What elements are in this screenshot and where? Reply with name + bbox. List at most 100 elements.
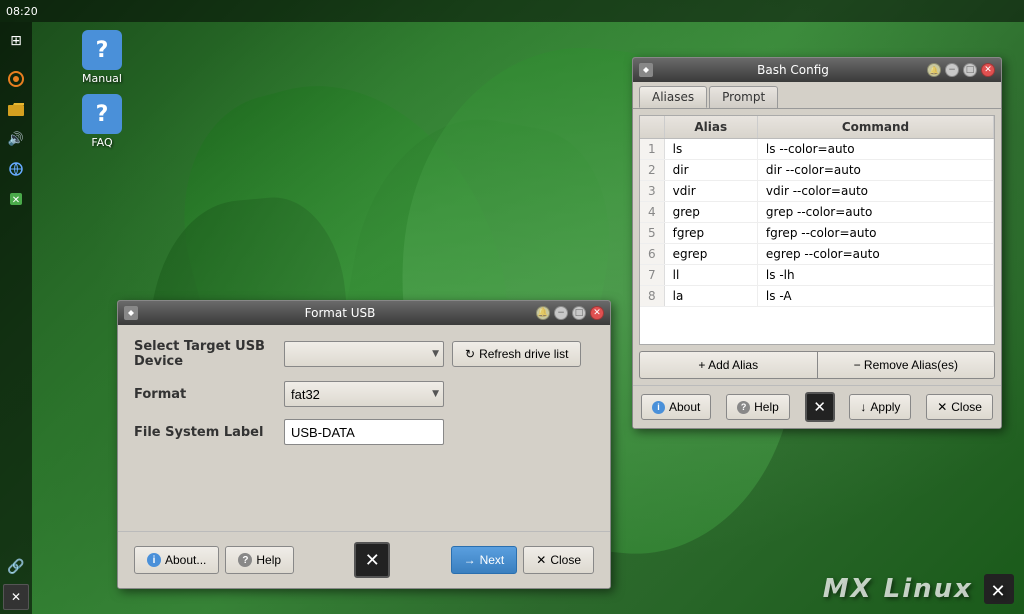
col-num <box>640 116 664 139</box>
table-row[interactable]: 7 ll ls -lh <box>640 265 994 286</box>
footer-center: ✕ <box>354 542 390 578</box>
fs-label-input[interactable] <box>284 419 444 445</box>
next-icon: → <box>464 553 476 567</box>
row-num: 1 <box>640 139 664 160</box>
manual-icon[interactable]: ? Manual <box>70 30 134 85</box>
format-select[interactable]: fat32 <box>284 381 444 407</box>
bash-config-title: Bash Config <box>659 63 927 77</box>
mx-bottom-button[interactable]: ✕ <box>3 584 29 610</box>
bash-title-icon <box>639 63 653 77</box>
help-button[interactable]: ? Help <box>225 546 294 574</box>
row-command: ls --color=auto <box>757 139 993 160</box>
row-alias: egrep <box>664 244 757 265</box>
bash-close-icon: ✕ <box>937 400 947 414</box>
files-button[interactable] <box>3 96 29 122</box>
bash-config-titlebar[interactable]: Bash Config 🔔 − □ ✕ <box>633 58 1001 82</box>
mx-logo-button[interactable]: ✕ <box>354 542 390 578</box>
browser-button[interactable] <box>3 66 29 92</box>
bash-apply-label: Apply <box>870 400 900 414</box>
bash-about-button[interactable]: i About <box>641 394 711 420</box>
row-num: 3 <box>640 181 664 202</box>
minimize-btn[interactable]: − <box>554 306 568 320</box>
format-usb-footer: i About... ? Help ✕ → Next ✕ <box>118 531 610 588</box>
aliases-actions: + Add Alias − Remove Alias(es) <box>639 351 995 379</box>
bash-config-window: Bash Config 🔔 − □ ✕ Aliases Prompt Alias <box>632 57 1002 429</box>
about-label: About... <box>165 553 206 567</box>
bash-close-window-button[interactable]: ✕ Close <box>926 394 993 420</box>
table-row[interactable]: 1 ls ls --color=auto <box>640 139 994 160</box>
aliases-table-wrapper[interactable]: Alias Command 1 ls ls --color=auto 2 dir… <box>639 115 995 345</box>
bash-help-label: Help <box>754 400 779 414</box>
format-usb-title-icon <box>124 306 138 320</box>
row-alias: fgrep <box>664 223 757 244</box>
remove-alias-button[interactable]: − Remove Alias(es) <box>817 351 996 379</box>
apps-button[interactable]: ⊞ <box>3 28 29 54</box>
table-row[interactable]: 3 vdir vdir --color=auto <box>640 181 994 202</box>
bash-help-button[interactable]: ? Help <box>726 394 790 420</box>
next-button[interactable]: → Next <box>451 546 518 574</box>
bash-maximize-btn[interactable]: □ <box>963 63 977 77</box>
add-alias-button[interactable]: + Add Alias <box>639 351 817 379</box>
close-label: Close <box>550 553 581 567</box>
close-icon: ✕ <box>536 553 546 567</box>
mx-linux-logo: MX Linux ✕ <box>823 574 1014 605</box>
row-command: dir --color=auto <box>757 160 993 181</box>
close-window-button[interactable]: ✕ Close <box>523 546 594 574</box>
tab-prompt[interactable]: Prompt <box>709 86 778 108</box>
close-btn[interactable]: ✕ <box>590 306 604 320</box>
target-device-row: Select Target USB Device ↻ Refresh drive… <box>134 339 594 369</box>
target-device-select[interactable] <box>284 341 444 367</box>
green-icon-button[interactable]: ✕ <box>3 186 29 212</box>
row-command: ls -lh <box>757 265 993 286</box>
faq-icon-img: ? <box>82 94 122 134</box>
table-row[interactable]: 8 la ls -A <box>640 286 994 307</box>
manual-label: Manual <box>82 72 122 85</box>
row-num: 8 <box>640 286 664 307</box>
bash-mx-logo-button[interactable]: ✕ <box>805 392 835 422</box>
manual-icon-img: ? <box>82 30 122 70</box>
footer-left-buttons: i About... ? Help <box>134 546 294 574</box>
bash-minimize-btn[interactable]: − <box>945 63 959 77</box>
aliases-table: Alias Command 1 ls ls --color=auto 2 dir… <box>640 116 994 307</box>
refresh-label: Refresh drive list <box>479 347 568 361</box>
sound-button[interactable]: 🔊 <box>3 126 29 152</box>
format-select-wrapper: fat32 <box>284 381 444 407</box>
bash-close-btn[interactable]: ✕ <box>981 63 995 77</box>
refresh-drive-list-button[interactable]: ↻ Refresh drive list <box>452 341 581 367</box>
network-button[interactable] <box>3 156 29 182</box>
row-command: vdir --color=auto <box>757 181 993 202</box>
format-usb-titlebar[interactable]: Format USB 🔔 − □ ✕ <box>118 301 610 325</box>
row-num: 2 <box>640 160 664 181</box>
bash-about-label: About <box>669 400 700 414</box>
maximize-btn[interactable]: □ <box>572 306 586 320</box>
tab-aliases[interactable]: Aliases <box>639 86 707 108</box>
row-command: egrep --color=auto <box>757 244 993 265</box>
faq-icon[interactable]: ? FAQ <box>70 94 134 149</box>
about-button[interactable]: i About... <box>134 546 219 574</box>
row-num: 7 <box>640 265 664 286</box>
table-row[interactable]: 6 egrep egrep --color=auto <box>640 244 994 265</box>
footer-right-buttons: → Next ✕ Close <box>451 546 594 574</box>
remove-alias-label: − Remove Alias(es) <box>854 358 958 372</box>
row-alias: grep <box>664 202 757 223</box>
bash-mx-x-icon: ✕ <box>813 398 826 416</box>
format-usb-window: Format USB 🔔 − □ ✕ Select Target USB Dev… <box>117 300 611 589</box>
format-label: Format <box>134 387 284 402</box>
table-row[interactable]: 5 fgrep fgrep --color=auto <box>640 223 994 244</box>
row-command: fgrep --color=auto <box>757 223 993 244</box>
bash-notify-btn[interactable]: 🔔 <box>927 63 941 77</box>
col-command: Command <box>757 116 993 139</box>
table-row[interactable]: 2 dir dir --color=auto <box>640 160 994 181</box>
col-alias: Alias <box>664 116 757 139</box>
notify-btn[interactable]: 🔔 <box>536 306 550 320</box>
row-alias: dir <box>664 160 757 181</box>
link-button[interactable]: 🔗 <box>3 554 29 580</box>
row-command: grep --color=auto <box>757 202 993 223</box>
row-num: 5 <box>640 223 664 244</box>
bash-close-label: Close <box>951 400 982 414</box>
bash-apply-button[interactable]: ↓ Apply <box>849 394 911 420</box>
fs-label-label: File System Label <box>134 425 284 440</box>
next-label: Next <box>480 553 505 567</box>
bash-footer: i About ? Help ✕ ↓ Apply ✕ Close <box>633 385 1001 428</box>
table-row[interactable]: 4 grep grep --color=auto <box>640 202 994 223</box>
